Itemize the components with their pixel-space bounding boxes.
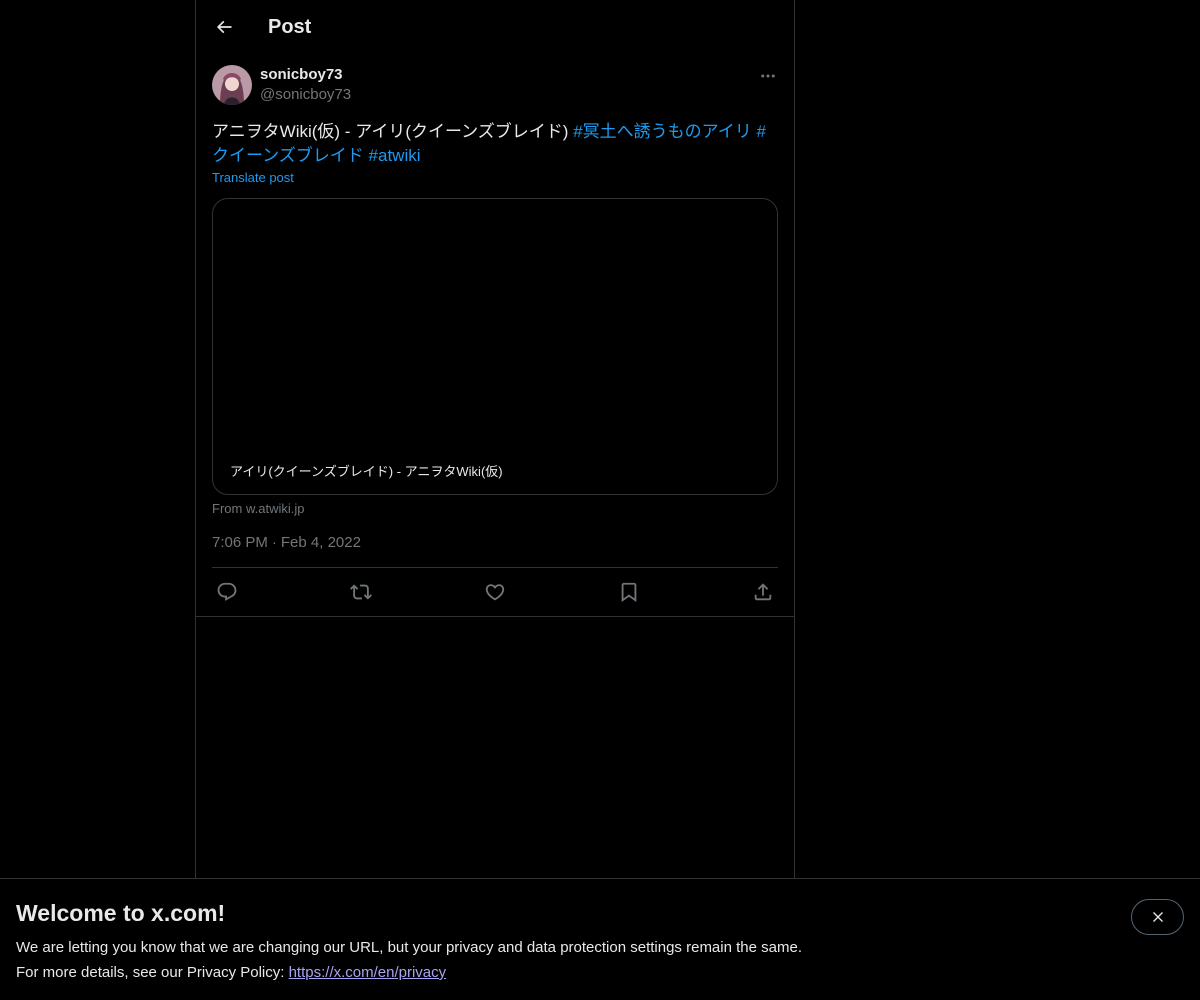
close-icon <box>1152 912 1163 922</box>
author-handle[interactable]: @sonicboy73 <box>260 85 351 105</box>
action-bar <box>212 568 778 616</box>
reply-button[interactable] <box>216 581 238 603</box>
banner-title: Welcome to x.com! <box>16 900 226 926</box>
hashtag-link[interactable]: #atwiki <box>369 146 421 165</box>
like-button[interactable] <box>484 581 506 603</box>
post-divider <box>196 616 794 617</box>
share-button[interactable] <box>752 581 774 603</box>
banner-text: We are letting you know that we are chan… <box>16 935 1184 985</box>
post-column: Post sonicboy73 @sonicboy73 アニヲタWiki(仮) … <box>195 0 795 880</box>
post-timestamp: 7:06 PM · Feb 4, 2022 <box>212 534 778 568</box>
banner-line-2: For more details, see our Privacy Policy… <box>16 960 1184 985</box>
author-row: sonicboy73 @sonicboy73 <box>212 64 778 106</box>
author-names: sonicboy73 @sonicboy73 <box>260 65 351 105</box>
avatar-image <box>212 65 252 105</box>
post-time[interactable]: 7:06 PM <box>212 534 268 551</box>
bookmark-button[interactable] <box>618 581 640 603</box>
more-options-button[interactable] <box>758 66 778 86</box>
welcome-banner: Welcome to x.com! We are letting you kno… <box>0 878 1200 1000</box>
reply-icon <box>217 582 237 601</box>
repost-icon <box>350 584 372 600</box>
more-horizontal-icon <box>761 74 775 78</box>
post-text: アニヲタWiki(仮) - アイリ(クイーンズブレイド) #冥土へ誘うものアイリ… <box>212 120 772 168</box>
timestamp-separator: · <box>271 534 277 551</box>
post: sonicboy73 @sonicboy73 アニヲタWiki(仮) - アイリ… <box>196 64 794 616</box>
close-banner-button[interactable] <box>1131 899 1184 935</box>
like-icon <box>485 584 505 601</box>
hashtag-link[interactable]: #冥土へ誘うものアイリ <box>573 122 752 141</box>
link-card[interactable]: アイリ(クイーンズブレイド) - アニヲタWiki(仮) <box>212 198 778 495</box>
page-header: Post <box>196 0 794 54</box>
page-title: Post <box>268 15 312 38</box>
avatar[interactable] <box>212 65 252 105</box>
post-date[interactable]: Feb 4, 2022 <box>281 534 361 551</box>
banner-line-2-prefix: For more details, see our Privacy Policy… <box>16 964 289 981</box>
repost-button[interactable] <box>350 581 372 603</box>
share-icon <box>754 583 772 601</box>
author-display-name[interactable]: sonicboy73 <box>260 65 351 85</box>
translate-post-link[interactable]: Translate post <box>212 170 294 185</box>
banner-line-1: We are letting you know that we are chan… <box>16 939 802 956</box>
link-card-source: From w.atwiki.jp <box>212 501 305 516</box>
bookmark-icon <box>621 582 637 603</box>
privacy-policy-link[interactable]: https://x.com/en/privacy <box>289 964 447 981</box>
arrow-left-icon <box>216 20 232 34</box>
back-button[interactable] <box>212 15 236 39</box>
link-card-title: アイリ(クイーンズブレイド) - アニヲタWiki(仮) <box>230 460 503 481</box>
post-text-body: アニヲタWiki(仮) - アイリ(クイーンズブレイド) <box>212 122 574 141</box>
